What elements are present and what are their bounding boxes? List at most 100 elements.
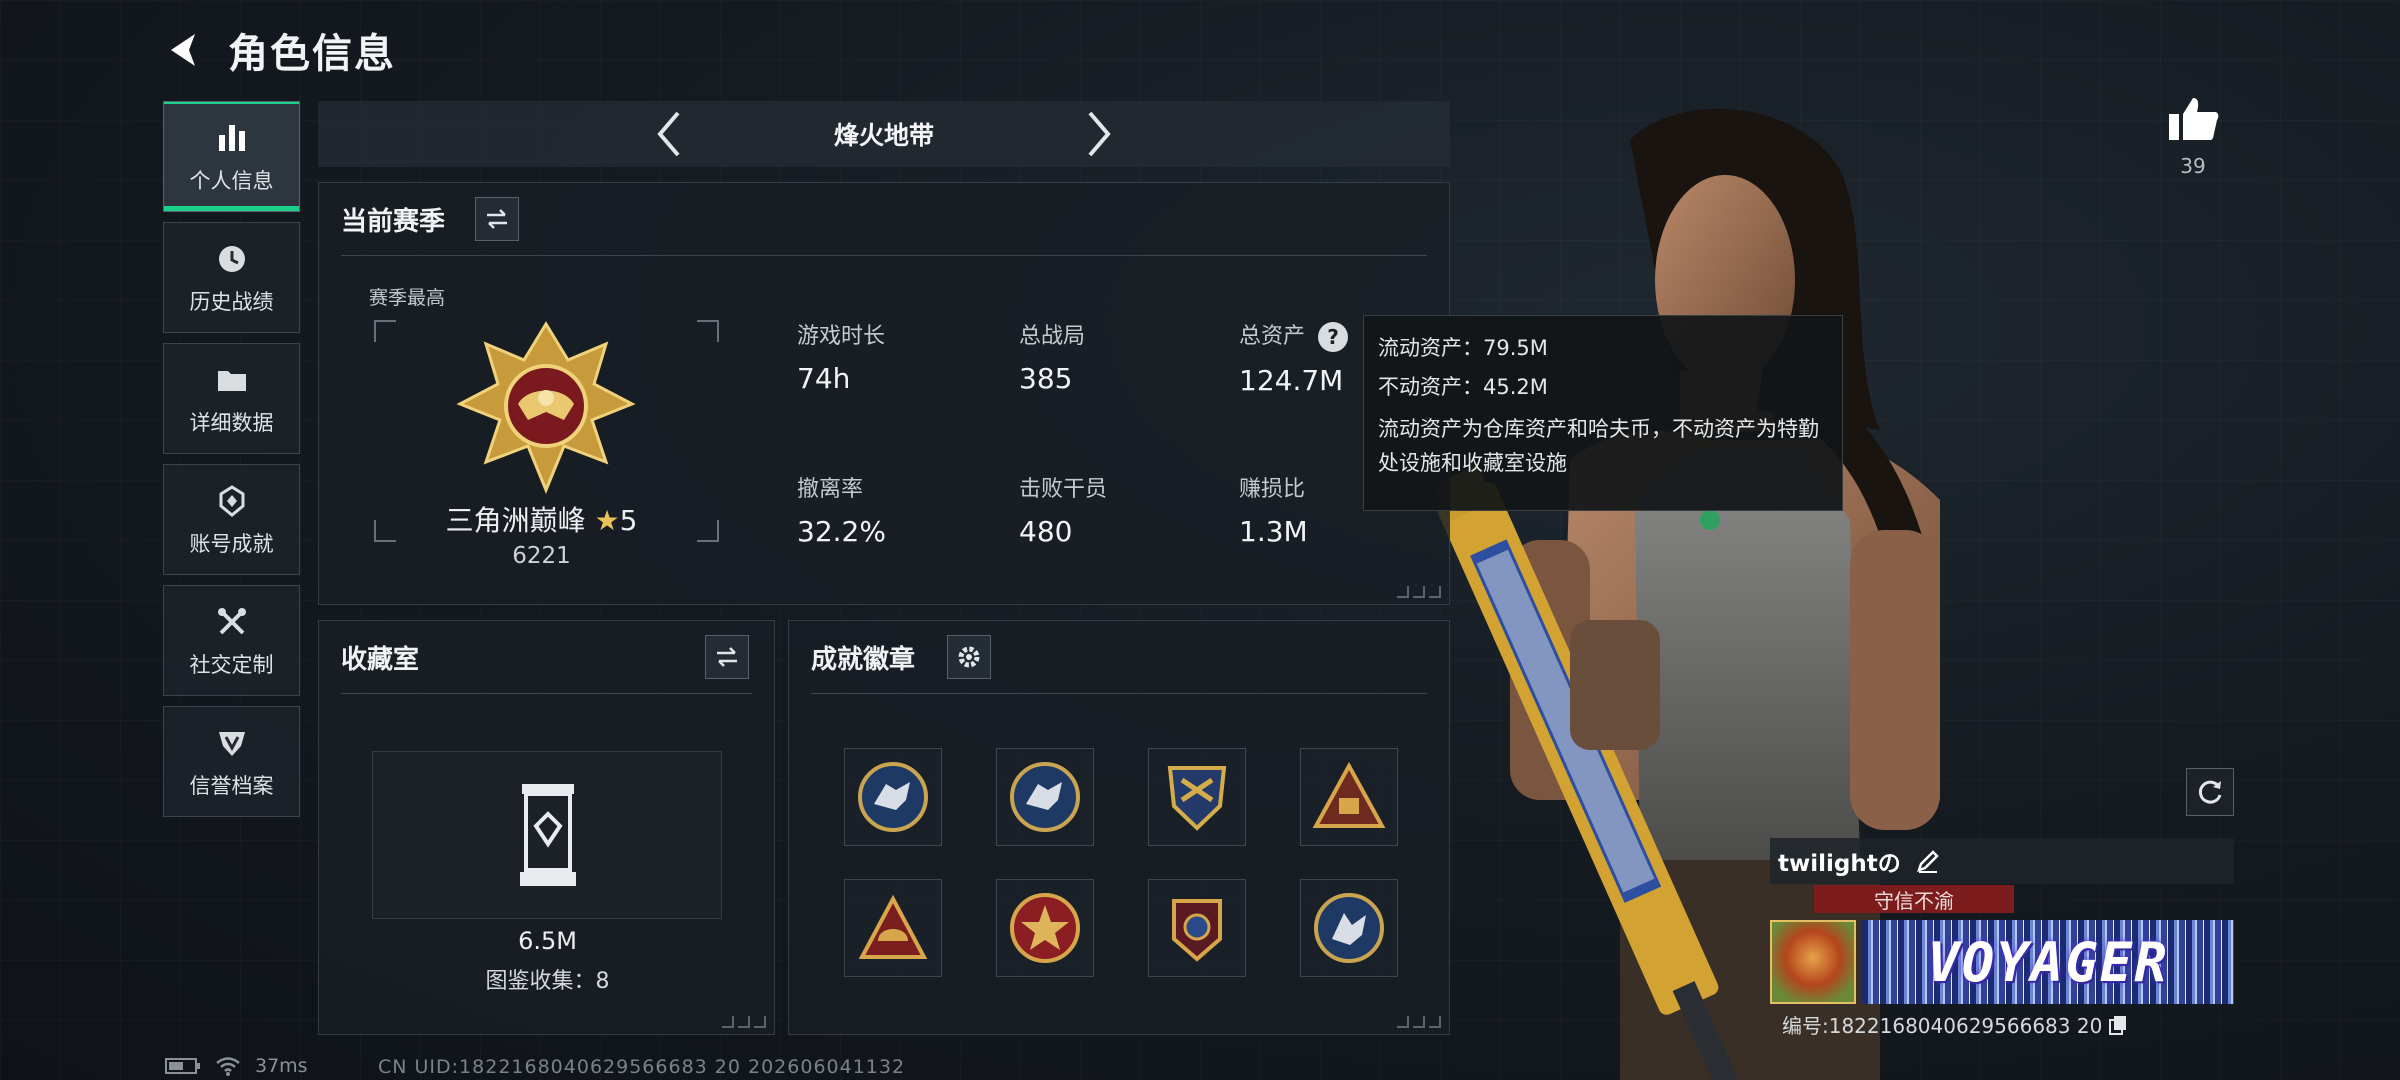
back-arrow-icon — [171, 34, 195, 66]
chevron-right-icon — [1088, 111, 1111, 157]
name-card-banner[interactable]: VOYAGER — [1862, 920, 2234, 1004]
refresh-button[interactable] — [2186, 768, 2234, 816]
swap-icon — [487, 209, 507, 229]
player-name: twilightの — [1778, 851, 1901, 877]
stat-extraction-rate: 撤离率 32.2% — [797, 471, 886, 548]
season-panel: 当前赛季 赛季最高 三角洲巅峰 ★5 6221 游戏时长 74h 总战局 385… — [318, 182, 1450, 605]
stat-label: 总战局 — [1019, 324, 1086, 349]
star-badge-icon — [1010, 893, 1080, 963]
nav-label: 历史战绩 — [189, 289, 274, 314]
folder-icon — [213, 361, 251, 399]
page-header: 角色信息 — [160, 22, 396, 78]
season-subtitle: 赛季最高 — [369, 287, 446, 309]
profile-name-row: twilightの — [1770, 838, 2234, 884]
star-icon: ★ — [594, 504, 620, 537]
tools-icon — [213, 603, 251, 641]
divider — [811, 693, 1427, 694]
uid-text: CN UID:1822168040629566683 20 2026060411… — [378, 1056, 906, 1078]
nav-item-achievements[interactable]: 账号成就 — [163, 464, 300, 575]
sidebar-nav: 个人信息 历史战绩 详细数据 账号成就 社交定制 信誉档案 — [163, 101, 300, 827]
edit-icon[interactable] — [1915, 848, 1941, 874]
copy-icon[interactable] — [2108, 1014, 2128, 1036]
rank-name: 三角洲巅峰 — [445, 504, 586, 537]
chevron-left-icon — [657, 111, 680, 157]
divider — [341, 693, 752, 694]
badge-star[interactable] — [996, 879, 1094, 977]
motto-badge: 守信不渝 — [1814, 885, 2014, 913]
nav-item-history[interactable]: 历史战绩 — [163, 222, 300, 333]
nav-item-credit[interactable]: 信誉档案 — [163, 706, 300, 817]
shield-badge-icon — [1167, 766, 1227, 831]
ping-value: 37ms — [255, 1055, 308, 1077]
wolf-badge-icon — [858, 762, 928, 832]
banner-text: VOYAGER — [1927, 930, 2169, 994]
stat-kills: 击败干员 480 — [1019, 471, 1107, 548]
stat-value: 1.3M — [1239, 515, 1308, 548]
tooltip-liquid-assets: 流动资产：79.5M — [1378, 336, 1548, 360]
avatar[interactable] — [1770, 920, 1856, 1004]
nav-item-detail-data[interactable]: 详细数据 — [163, 343, 300, 454]
achievement-settings-button[interactable] — [947, 635, 991, 679]
mode-selector: 烽火地带 — [318, 101, 1450, 167]
battery-icon — [165, 1058, 200, 1074]
season-title: 当前赛季 — [341, 207, 446, 237]
badge-triangle[interactable] — [1300, 748, 1398, 846]
mode-next-button[interactable] — [1069, 104, 1129, 164]
stat-label: 击败干员 — [1019, 477, 1108, 502]
achievement-title: 成就徽章 — [811, 645, 916, 675]
like-button[interactable]: 39 — [2165, 94, 2221, 178]
status-bar: 37ms — [165, 1055, 308, 1077]
tooltip-fixed-assets: 不动资产：45.2M — [1378, 374, 1548, 399]
badge-wolf[interactable] — [844, 748, 942, 846]
achievement-icon — [213, 482, 251, 520]
wifi-icon — [216, 1057, 240, 1076]
mode-prev-button[interactable] — [639, 104, 699, 164]
achievement-panel: 成就徽章 — [788, 620, 1450, 1035]
asset-tooltip: 流动资产：79.5M 不动资产：45.2M 流动资产为仓库资产和哈夫币，不动资产… — [1363, 315, 1843, 511]
triangle-badge-icon — [1312, 761, 1386, 828]
stat-label: 游戏时长 — [797, 324, 886, 349]
badge-wolf-2[interactable] — [996, 748, 1094, 846]
display-case-icon — [520, 784, 576, 886]
rank-score: 6221 — [512, 543, 571, 569]
swap-icon — [717, 647, 737, 667]
rank-emblem-icon — [456, 321, 636, 494]
help-icon[interactable]: ? — [1318, 322, 1349, 352]
nav-label: 详细数据 — [189, 410, 274, 435]
collection-count: 图鉴收集：8 — [485, 969, 610, 994]
back-button[interactable] — [160, 25, 210, 75]
rank-stars: 5 — [619, 504, 638, 537]
badge-helmet[interactable] — [844, 879, 942, 977]
stat-label: 总资产 ? — [1239, 318, 1349, 352]
page-title: 角色信息 — [228, 31, 396, 77]
stat-total-assets: 总资产 ? 124.7M — [1239, 318, 1349, 397]
stat-profit-ratio: 赚损比 1.3M — [1239, 471, 1308, 548]
nav-label: 个人信息 — [189, 168, 274, 193]
motto-row: 守信不渝 — [1770, 884, 2234, 914]
nav-label: 社交定制 — [189, 652, 274, 677]
badge-wolf-3[interactable] — [1300, 879, 1398, 977]
divider — [341, 255, 1427, 256]
badge-shield[interactable] — [1148, 748, 1246, 846]
season-switch-button[interactable] — [475, 197, 519, 241]
shield-icon — [213, 724, 251, 762]
profile-card: twilightの 守信不渝 VOYAGER 编号:18221680406295… — [1770, 838, 2234, 1043]
nav-label: 信誉档案 — [189, 773, 274, 798]
stat-value: 32.2% — [797, 515, 886, 548]
thumbs-up-icon — [2169, 98, 2219, 140]
stat-value: 74h — [797, 362, 851, 395]
corner-marks — [1397, 586, 1441, 598]
stat-label: 赚损比 — [1239, 477, 1306, 502]
badge-emblem[interactable] — [1148, 879, 1246, 977]
collection-switch-button[interactable] — [705, 635, 749, 679]
tooltip-description: 流动资产为仓库资产和哈夫币，不动资产为特勤处设施和收藏室设施 — [1378, 417, 1819, 475]
collection-value: 6.5M — [518, 927, 577, 955]
nav-item-social[interactable]: 社交定制 — [163, 585, 300, 696]
refresh-icon — [2198, 780, 2222, 804]
nav-item-personal-info[interactable]: 个人信息 — [163, 101, 300, 212]
player-id-row: 编号:1822168040629566683 20 — [1770, 1010, 2234, 1039]
wolf-badge-icon — [1010, 762, 1080, 832]
profile-banner-row: VOYAGER — [1770, 920, 2234, 1004]
collection-preview[interactable] — [372, 751, 722, 919]
collection-panel: 收藏室 6.5M 图鉴收集：8 — [318, 620, 775, 1035]
